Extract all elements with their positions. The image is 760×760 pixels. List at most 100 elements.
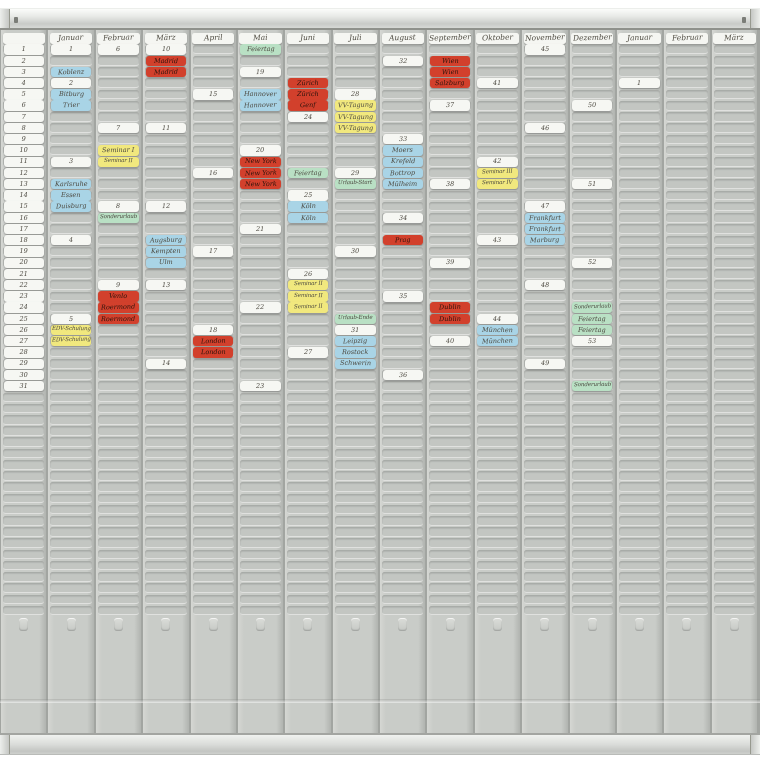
card-slot [191,145,236,156]
card-slot: 45 [522,44,567,55]
slot-pocket [97,448,140,459]
day-number-card: 7 [3,111,44,122]
slot-pocket [524,336,566,347]
slot-pocket [287,403,329,414]
slot-pocket [287,594,329,605]
card-slot: New York [238,156,283,167]
card-slot [427,111,472,122]
card-slot: New York [238,167,283,179]
column-notch [66,618,76,632]
card-slot [712,526,757,537]
slot-pocket [666,583,708,593]
t-card-green: Sonderurlaub [572,302,613,313]
card-slot [570,538,615,549]
slot-pocket [666,302,708,313]
t-card-blue: Frankfurt [524,212,565,223]
card-slot [285,459,330,470]
card-slot [1,583,46,594]
card-slot [191,280,236,291]
slot-pocket [571,190,613,201]
card-slot [238,414,283,425]
card-slot: 30 [1,369,46,381]
slot-pocket [666,168,708,178]
slot-pocket [429,291,471,302]
slot-pocket [50,257,92,268]
slot-pocket [618,156,661,167]
t-card-blue: Bitburg [50,89,92,100]
slot-pocket [145,89,187,100]
card-slot: 35 [380,291,425,302]
card-slot [664,414,709,425]
slot-pocket [713,280,755,291]
month-column-11: November 45 46 47 Frankfurt Frankfurt Marburg 4… [522,30,568,733]
slot-pocket [618,291,661,302]
card-slot: 14 [143,358,188,369]
slot-pocket [239,358,282,369]
card-slot: Sonderurlaub [96,212,141,223]
month-name-label: März [155,32,176,43]
card-slot [570,134,615,145]
t-card-label: 39 [445,258,455,267]
slot-pocket [145,347,187,358]
t-card-yellow: EDV-Schulung [50,336,92,347]
slot-pocket [239,56,282,66]
card-slot [191,470,236,481]
slot-pocket [713,504,755,515]
card-slot [380,515,425,526]
card-slot [712,515,757,526]
card-slot [48,493,93,504]
card-slot [191,212,236,223]
card-slot [427,280,472,291]
day-number-card: 6 [3,100,44,111]
t-card-yellow: Seminar II [287,279,329,291]
card-slot [427,324,472,335]
card-slot [570,55,615,66]
month-name-label: November [524,32,565,43]
card-slot [617,583,662,594]
card-slot: 10 [143,44,188,55]
card-slot [143,224,188,235]
t-card-white: 42 [477,156,518,167]
card-slot [427,504,472,515]
card-slot [143,437,188,448]
card-slot [1,504,46,515]
slot-pocket [145,179,187,190]
card-slot [475,201,520,212]
card-slot [522,526,567,537]
slot-pocket [713,44,755,55]
slot-pocket [192,437,234,448]
day-number-label: 31 [19,381,28,390]
slot-pocket [429,538,471,549]
card-slot [712,123,757,134]
t-card-label: Essen [61,191,81,200]
card-slot [664,392,709,403]
card-slot [96,66,141,77]
card-slot: 7 [96,122,141,134]
card-slot [1,526,46,537]
card-slot [475,493,520,504]
slot-pocket [192,504,234,515]
card-slot [191,179,236,190]
t-card-label: Seminar III [482,168,513,176]
card-slot [143,459,188,470]
t-card-label: Köln [300,213,316,222]
month-name-label: Februar [103,32,134,43]
card-slot [143,78,188,89]
card-slot: Essen [48,190,93,201]
card-slot [570,392,615,403]
t-card-label: Köln [300,202,316,211]
slot-pocket [382,392,424,403]
card-slot [570,515,615,526]
card-slot: Köln [285,201,330,212]
card-slot [664,571,709,582]
slot-pocket [476,403,519,414]
slot-pocket [666,235,708,246]
slot-pocket [382,572,424,582]
card-slot: 1 [48,44,93,55]
slot-pocket [145,291,187,302]
t-card-label: 32 [398,56,407,65]
day-number-label: 25 [19,314,28,323]
card-slot [48,257,93,268]
top-rail-right-cap [750,9,760,28]
card-slot [522,459,567,470]
